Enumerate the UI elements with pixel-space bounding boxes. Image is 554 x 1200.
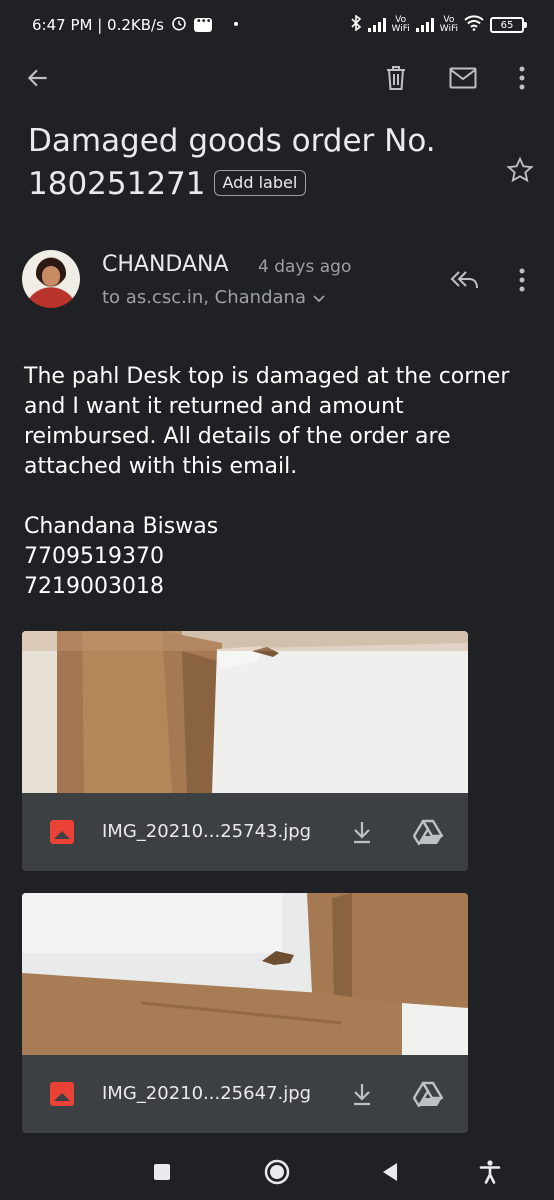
recent-apps-button[interactable]: [142, 1152, 182, 1192]
system-nav-bar: [0, 1140, 554, 1200]
image-file-icon: [50, 1082, 74, 1106]
nav-back-button[interactable]: [370, 1152, 410, 1192]
drive-icon: [413, 1081, 443, 1107]
triangle-back-icon: [383, 1163, 397, 1181]
trash-icon: [387, 66, 405, 90]
email-subject: Damaged goods order No. 180251271 Add lab…: [28, 120, 488, 206]
attachment-card[interactable]: IMG_20210...25743.jpg: [22, 631, 468, 871]
mail-icon: [449, 67, 477, 89]
sender-name: CHANDANA: [102, 252, 229, 277]
image-file-icon: [50, 820, 74, 844]
save-to-drive-button[interactable]: [408, 1074, 448, 1114]
battery-icon: 65: [490, 17, 527, 33]
bluetooth-icon: [350, 14, 362, 35]
home-button[interactable]: [257, 1152, 297, 1192]
email-body: The pahl Desk top is damaged at the corn…: [24, 364, 510, 599]
add-label-button[interactable]: Add label: [213, 169, 307, 196]
vo-wifi-label-1: Vo WiFi: [391, 15, 410, 34]
recipients-toggle[interactable]: to as.csc.in, Chandana: [102, 287, 326, 308]
email-toolbar: [0, 50, 554, 110]
attachment-thumbnail[interactable]: [22, 893, 468, 1055]
attachment-file-name[interactable]: IMG_20210...25647.jpg: [102, 1083, 311, 1104]
accessibility-button[interactable]: [470, 1152, 510, 1192]
reply-all-icon: [450, 271, 478, 289]
vo-wifi-label-2: Vo WiFi: [439, 15, 458, 34]
chevron-down-icon: [313, 294, 325, 302]
attachment-card[interactable]: IMG_20210...25647.jpg: [22, 893, 468, 1133]
attachment-thumbnail[interactable]: [22, 631, 468, 793]
back-button[interactable]: [14, 54, 62, 102]
attachment-file-name[interactable]: IMG_20210...25743.jpg: [102, 821, 311, 842]
download-icon: [354, 822, 370, 844]
drive-icon: [413, 819, 443, 845]
mark-unread-button[interactable]: [439, 54, 487, 102]
attachment-bar: IMG_20210...25647.jpg: [22, 1055, 468, 1133]
recipients-text: to as.csc.in, Chandana: [102, 287, 306, 308]
download-button[interactable]: [342, 1074, 382, 1114]
save-to-drive-button[interactable]: [408, 812, 448, 852]
more-options-button[interactable]: [498, 54, 546, 102]
signal-icon-2: [415, 18, 434, 32]
arrow-back-icon: [27, 69, 47, 87]
alarm-icon: [170, 14, 188, 36]
reply-all-button[interactable]: [442, 258, 486, 302]
sent-time: 4 days ago: [258, 257, 352, 277]
message-notification-icon: [193, 16, 212, 32]
signal-icon: [367, 18, 386, 32]
more-vert-icon: [519, 66, 525, 90]
wifi-icon: [464, 15, 484, 35]
status-dot: •: [231, 17, 241, 33]
star-outline-icon: [506, 156, 534, 183]
star-button[interactable]: [500, 150, 540, 190]
accessibility-icon: [479, 1160, 501, 1184]
status-bar: 6:47 PM | 0.2KB/s • Vo WiFi Vo WiFi 65: [0, 0, 554, 50]
sender-more-button[interactable]: [500, 258, 544, 302]
status-time-speed: 6:47 PM | 0.2KB/s: [32, 16, 164, 34]
attachment-bar: IMG_20210...25743.jpg: [22, 793, 468, 871]
download-icon: [354, 1084, 370, 1106]
download-button[interactable]: [342, 812, 382, 852]
more-vert-icon: [519, 268, 525, 292]
sender-avatar[interactable]: [22, 250, 80, 308]
circle-icon: [264, 1159, 290, 1185]
delete-button[interactable]: [372, 54, 420, 102]
square-icon: [154, 1164, 170, 1180]
